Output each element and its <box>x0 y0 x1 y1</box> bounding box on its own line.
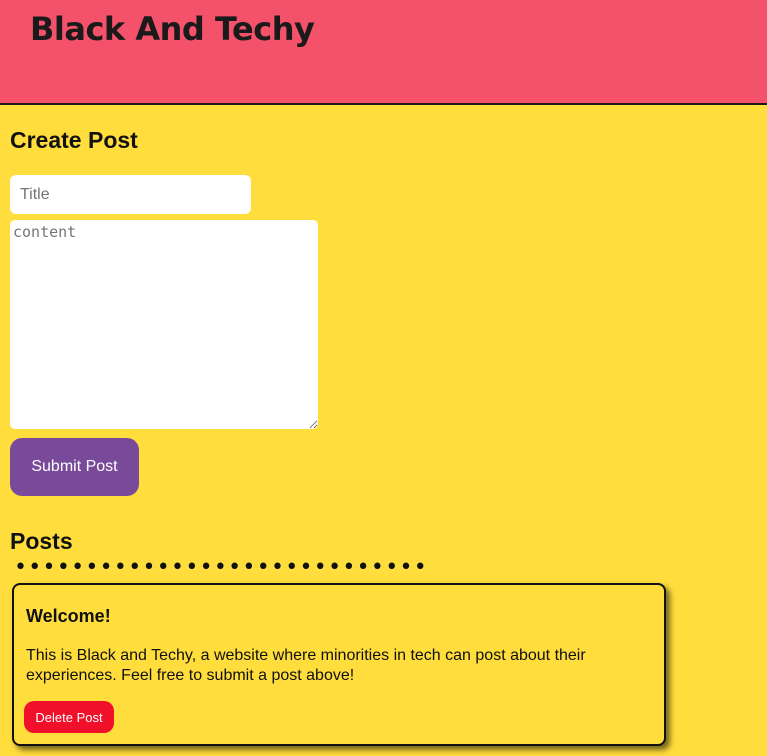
post-title: Welcome! <box>26 606 111 626</box>
post-content: This is Black and Techy, a website where… <box>26 647 586 684</box>
post-card: Welcome! This is Black and Techy, a webs… <box>12 583 666 746</box>
content-textarea[interactable] <box>10 220 318 429</box>
delete-post-button[interactable]: Delete Post <box>24 701 114 733</box>
create-post-heading: Create Post <box>10 127 138 153</box>
posts-heading: Posts <box>10 528 73 554</box>
site-title: Black And Techy <box>30 10 315 48</box>
list-bullet-separator: ••••••••••••••••••••••••••••• <box>14 555 429 580</box>
site-header: Black And Techy <box>0 0 767 105</box>
submit-post-button[interactable]: Submit Post <box>10 438 139 496</box>
title-input[interactable] <box>10 175 251 214</box>
